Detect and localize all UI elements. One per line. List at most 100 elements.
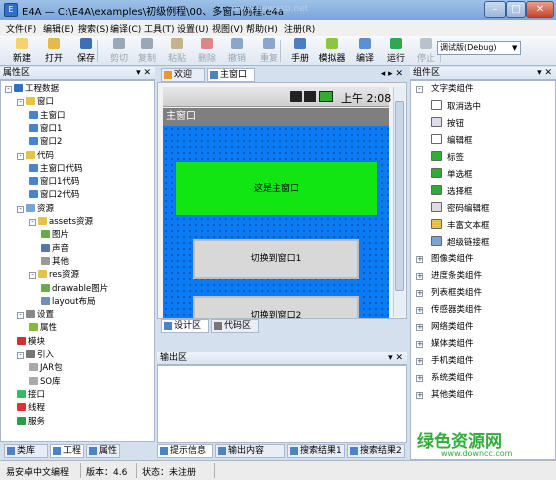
- tree-item[interactable]: 主窗口: [29, 110, 66, 122]
- tree-item[interactable]: 窗口1代码: [29, 177, 79, 188]
- collapse-icon[interactable]: -: [17, 205, 24, 213]
- tree-item[interactable]: - 工程数据: [5, 84, 59, 95]
- new-file-button[interactable]: 新建: [6, 37, 38, 65]
- switch-window1-button[interactable]: 切换到窗口1: [193, 239, 359, 279]
- tab-close-icon[interactable]: ◂ ▸ ✕: [381, 69, 403, 79]
- tree-item[interactable]: 接口: [17, 389, 45, 401]
- left-tab[interactable]: 属性: [86, 444, 120, 458]
- component-item[interactable]: 单选框: [431, 168, 473, 181]
- scrollbar-thumb[interactable]: [395, 101, 404, 291]
- tree-item[interactable]: 线程: [17, 403, 45, 414]
- tree-item[interactable]: - 引入: [17, 350, 54, 361]
- tree-item[interactable]: 窗口2代码: [29, 190, 79, 201]
- tree-item[interactable]: - res资源: [29, 270, 79, 281]
- component-item[interactable]: 密码编辑框: [431, 202, 490, 215]
- copy-button[interactable]: 复制: [131, 37, 163, 65]
- tree-item[interactable]: - assets资源: [29, 217, 93, 228]
- menu-item[interactable]: 工具(T): [144, 22, 175, 35]
- left-tab[interactable]: 类库: [4, 444, 48, 458]
- menu-item[interactable]: 帮助(H): [246, 22, 278, 35]
- design-scrollbar[interactable]: [393, 87, 405, 317]
- component-item[interactable]: 超级链接框: [431, 236, 490, 249]
- tree-item[interactable]: - 代码: [17, 150, 54, 162]
- tree-item[interactable]: 主窗口代码: [29, 163, 83, 175]
- component-group[interactable]: + 手机类组件: [416, 356, 474, 367]
- expand-icon[interactable]: +: [416, 256, 423, 263]
- collapse-icon[interactable]: -: [5, 86, 12, 93]
- collapse-icon[interactable]: -: [29, 219, 36, 226]
- tab-code[interactable]: 代码区: [211, 319, 259, 333]
- component-group[interactable]: + 网络类组件: [416, 322, 474, 333]
- component-group[interactable]: + 传感器类组件: [416, 305, 482, 316]
- component-item[interactable]: 按钮: [431, 117, 464, 130]
- tree-item[interactable]: - 设置: [17, 310, 54, 321]
- component-group[interactable]: + 其他类组件: [416, 390, 474, 401]
- tree-item[interactable]: 属性: [29, 323, 57, 334]
- component-group[interactable]: - 文字类组件: [416, 84, 474, 95]
- compile-button[interactable]: 编译: [349, 37, 381, 65]
- collapse-icon[interactable]: -: [17, 312, 24, 320]
- component-group[interactable]: + 图像类组件: [416, 254, 474, 265]
- run-button[interactable]: 运行: [380, 37, 412, 65]
- minimize-icon[interactable]: –: [484, 1, 506, 18]
- tab-welcome[interactable]: 欢迎: [161, 68, 205, 82]
- chevron-down-icon[interactable]: ▼: [512, 44, 517, 52]
- delete-button[interactable]: 删除: [191, 37, 223, 65]
- component-item[interactable]: 选择框: [431, 185, 473, 198]
- build-mode-select[interactable]: 调试版(Debug): [437, 41, 521, 55]
- left-tab[interactable]: 工程: [50, 444, 84, 458]
- expand-icon[interactable]: +: [416, 290, 423, 297]
- panel-pin-close-icon[interactable]: ▾ ✕: [136, 67, 151, 79]
- expand-icon[interactable]: +: [416, 341, 423, 348]
- maximize-icon[interactable]: □: [506, 1, 526, 18]
- component-item[interactable]: 丰富文本框: [431, 219, 490, 232]
- menu-item[interactable]: 编辑(E): [43, 22, 74, 35]
- output-tab[interactable]: 提示信息: [157, 444, 213, 458]
- tree-item[interactable]: drawable图片: [41, 283, 108, 295]
- component-group[interactable]: + 媒体类组件: [416, 339, 474, 350]
- output-panel[interactable]: [157, 365, 407, 443]
- collapse-icon[interactable]: -: [29, 272, 36, 280]
- collapse-icon[interactable]: -: [416, 86, 423, 93]
- expand-icon[interactable]: +: [416, 273, 423, 280]
- component-group[interactable]: + 系统类组件: [416, 373, 474, 384]
- tree-item[interactable]: - 资源: [17, 203, 54, 215]
- expand-icon[interactable]: +: [416, 324, 423, 331]
- menu-item[interactable]: 视图(V): [212, 22, 243, 35]
- tree-item[interactable]: 声音: [41, 243, 69, 255]
- collapse-icon[interactable]: -: [17, 352, 24, 359]
- menu-item[interactable]: 文件(F): [6, 22, 36, 35]
- tree-item[interactable]: 图片: [41, 230, 69, 241]
- close-icon[interactable]: ✕: [526, 1, 554, 18]
- android-button[interactable]: 模拟器: [316, 37, 348, 65]
- tree-item[interactable]: 服务: [17, 416, 45, 428]
- component-item[interactable]: 标签: [431, 151, 464, 164]
- tree-item[interactable]: JAR包: [29, 363, 63, 374]
- undo-button[interactable]: 撤销: [221, 37, 253, 65]
- tree-item[interactable]: layout布局: [41, 296, 96, 308]
- tree-item[interactable]: 模块: [17, 336, 45, 348]
- component-item[interactable]: 编辑框: [431, 134, 473, 147]
- component-group[interactable]: + 列表框类组件: [416, 288, 482, 299]
- menu-item[interactable]: 设置(U): [177, 22, 209, 35]
- component-item[interactable]: 取消选中: [431, 100, 481, 113]
- tree-item[interactable]: SO库: [29, 376, 61, 388]
- output-tab[interactable]: 输出内容: [215, 444, 285, 458]
- menu-item[interactable]: 注册(R): [284, 22, 315, 35]
- switch-window2-button[interactable]: 切换到窗口2: [193, 296, 359, 318]
- tab-main-window[interactable]: 主窗口: [207, 68, 255, 82]
- component-group[interactable]: + 进度条类组件: [416, 271, 482, 282]
- open-folder-button[interactable]: 打开: [38, 37, 70, 65]
- output-tab[interactable]: 搜索结果1: [287, 444, 345, 458]
- tab-design[interactable]: 设计区: [161, 319, 209, 333]
- tree-item[interactable]: 窗口1: [29, 123, 62, 135]
- expand-icon[interactable]: +: [416, 375, 423, 382]
- tree-item[interactable]: 窗口2: [29, 137, 62, 148]
- menu-item[interactable]: 搜索(S): [78, 22, 109, 35]
- menu-item[interactable]: 编译(C): [110, 22, 141, 35]
- collapse-icon[interactable]: -: [17, 152, 24, 160]
- tree-item[interactable]: 其他: [41, 256, 69, 268]
- main-label[interactable]: 这是主窗口: [175, 161, 378, 216]
- expand-icon[interactable]: +: [416, 307, 423, 314]
- tree-item[interactable]: - 窗口: [17, 97, 54, 108]
